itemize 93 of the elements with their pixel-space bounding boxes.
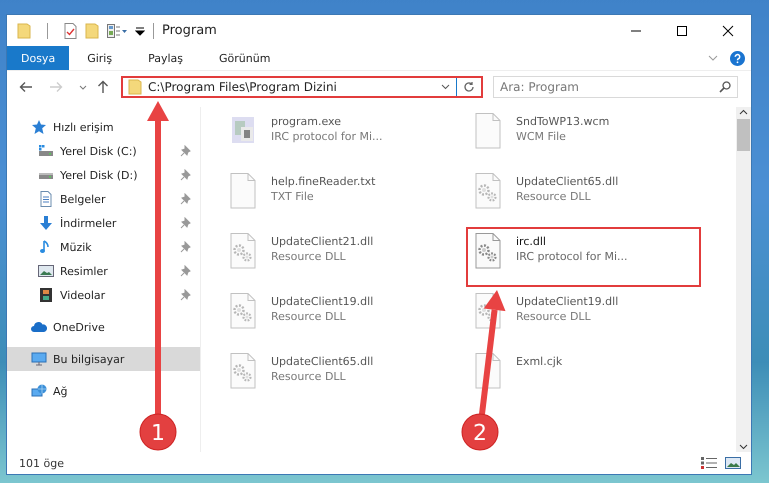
ribbon-tab[interactable]: Görünüm [201, 46, 288, 70]
sidebar-item[interactable]: Hızlı erişim [7, 115, 200, 139]
file-type: Resource DLL [271, 310, 347, 323]
item-count: 101 öge [19, 456, 64, 470]
back-arrow-icon[interactable] [19, 81, 33, 93]
pin-icon[interactable] [180, 145, 192, 157]
scroll-up-icon[interactable] [739, 109, 748, 115]
scroll-down-icon[interactable] [739, 444, 748, 450]
file-type: TXT File [271, 190, 315, 203]
view-options-icon[interactable] [107, 24, 127, 38]
step-badge: 1 [140, 414, 176, 450]
file-name: Exml.cjk [516, 355, 562, 368]
file-type: Resource DLL [271, 370, 347, 383]
pin-icon[interactable] [180, 241, 192, 253]
refresh-icon[interactable] [463, 81, 475, 93]
file-item[interactable]: UpdateClient21.dll Resource DLL [221, 227, 456, 287]
file-item[interactable]: UpdateClient65.dll Resource DLL [466, 167, 701, 227]
search-icon [719, 81, 731, 93]
gear-file-icon [229, 293, 257, 329]
file-type: Resource DLL [516, 310, 592, 323]
gear-file-icon [229, 233, 257, 269]
file-name: UpdateClient65.dll [516, 175, 618, 188]
pin-icon[interactable] [180, 169, 192, 181]
file-icon [474, 353, 502, 389]
sidebar-item[interactable]: Müzik [7, 235, 200, 259]
folder-icon [128, 79, 142, 95]
network-icon [31, 383, 47, 399]
computer-icon [31, 351, 47, 367]
ribbon-tab[interactable]: Dosya [7, 46, 70, 70]
file-item[interactable]: program.exe IRC protocol for Mi... [221, 107, 456, 167]
file-type: Resource DLL [271, 250, 347, 263]
file-name: program.exe [271, 115, 342, 128]
star-icon [31, 119, 47, 135]
sidebar-item[interactable]: Ağ [7, 379, 200, 403]
file-name: UpdateClient65.dll [271, 355, 374, 368]
details-view-icon[interactable] [701, 457, 717, 469]
properties-icon[interactable] [64, 22, 77, 38]
gear-file-icon [474, 233, 502, 269]
pin-icon[interactable] [180, 193, 192, 205]
sidebar-item[interactable]: Yerel Disk (D:) [7, 163, 200, 187]
pin-icon[interactable] [180, 289, 192, 301]
file-name: UpdateClient19.dll [516, 295, 618, 308]
address-bar[interactable]: C:\Program Files\Program Dizini [121, 76, 483, 98]
download-arrow-icon [38, 215, 54, 231]
close-icon[interactable] [722, 24, 734, 36]
scrollbar[interactable] [736, 107, 751, 452]
pin-icon[interactable] [180, 265, 192, 277]
file-type: IRC protocol for Mi... [516, 250, 628, 263]
file-icon [229, 173, 257, 209]
sidebar-item[interactable]: Yerel Disk (C:) [7, 139, 200, 163]
chevron-down-icon[interactable] [79, 84, 87, 90]
up-arrow-icon[interactable] [97, 80, 109, 94]
search-field[interactable]: Ara: Program [493, 76, 738, 98]
window-title: Program [162, 23, 217, 38]
sidebar-item[interactable]: Bu bilgisayar [7, 347, 200, 371]
file-icon [474, 113, 502, 149]
pin-icon[interactable] [180, 217, 192, 229]
sidebar-item[interactable]: Videolar [7, 283, 200, 307]
sidebar-item[interactable]: OneDrive [7, 315, 200, 339]
ribbon-tab[interactable]: Paylaş [130, 46, 201, 70]
file-type: WCM File [516, 130, 567, 143]
document-icon [38, 191, 54, 207]
file-item[interactable]: SndToWP13.wcm WCM File [466, 107, 701, 167]
maximize-icon[interactable] [676, 24, 688, 36]
customize-toolbar-icon[interactable] [135, 26, 145, 36]
file-item[interactable]: UpdateClient19.dll Resource DLL [221, 287, 456, 347]
scroll-thumb[interactable] [737, 119, 750, 151]
file-name: UpdateClient19.dll [271, 295, 374, 308]
cloud-icon [31, 319, 47, 335]
file-name: help.fineReader.txt [271, 175, 376, 188]
file-item[interactable]: help.fineReader.txt TXT File [221, 167, 456, 227]
ribbon-tab[interactable]: Giriş [69, 46, 130, 70]
picture-icon [38, 263, 54, 279]
file-name: SndToWP13.wcm [516, 115, 610, 128]
sidebar-item[interactable]: İndirmeler [7, 211, 200, 235]
file-type: IRC protocol for Mi... [271, 130, 383, 143]
step-badge: 2 [462, 414, 498, 450]
sidebar-item[interactable]: Belgeler [7, 187, 200, 211]
file-item[interactable]: Exml.cjk [466, 347, 701, 407]
film-icon [38, 287, 54, 303]
file-type: Resource DLL [516, 190, 592, 203]
file-name: irc.dll [516, 235, 547, 248]
help-icon[interactable] [730, 50, 745, 66]
sidebar-item[interactable]: Resimler [7, 259, 200, 283]
gear-file-icon [229, 353, 257, 389]
file-name: UpdateClient21.dll [271, 235, 374, 248]
chevron-down-icon[interactable] [441, 84, 450, 90]
drive-icon [38, 143, 54, 159]
gear-file-icon [474, 173, 502, 209]
large-icons-view-icon[interactable] [725, 457, 741, 469]
file-item[interactable]: irc.dll IRC protocol for Mi... [466, 227, 701, 287]
address-path: C:\Program Files\Program Dizini [148, 80, 337, 94]
file-item[interactable]: UpdateClient65.dll Resource DLL [221, 347, 456, 407]
